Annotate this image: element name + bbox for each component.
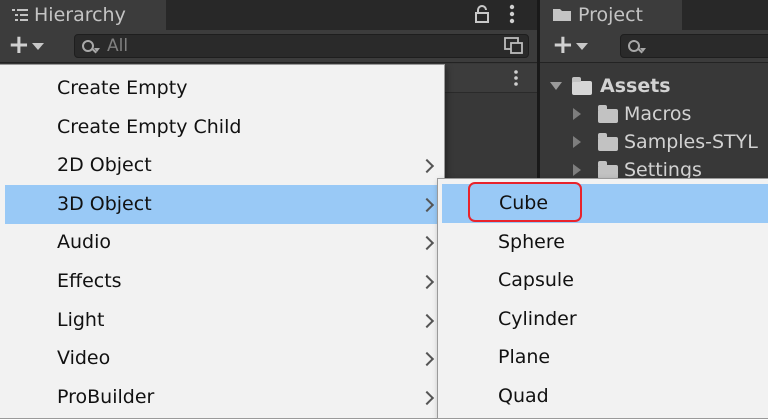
chevron-down-icon — [576, 43, 588, 50]
submenu-item-quad[interactable]: Quad — [438, 377, 768, 416]
chevron-right-icon — [419, 313, 435, 329]
chevron-right-icon — [419, 235, 435, 251]
search-filter-caret-icon — [94, 48, 100, 52]
scene-filter-icon[interactable] — [504, 37, 524, 61]
folder-icon — [598, 133, 618, 151]
tree-item-assets[interactable]: Assets — [540, 72, 768, 100]
tree-item-label: Assets — [600, 75, 671, 97]
submenu-item-cylinder[interactable]: Cylinder — [438, 300, 768, 339]
collapsed-arrow-icon[interactable] — [573, 164, 581, 176]
search-icon — [628, 40, 640, 52]
hierarchy-scene-header — [445, 64, 537, 93]
tree-item-label: Macros — [624, 103, 692, 125]
chevron-right-icon — [419, 390, 435, 406]
project-tab-label: Project — [578, 4, 644, 26]
more-options-icon[interactable] — [508, 3, 516, 29]
chevron-right-icon — [419, 197, 435, 213]
project-tab-bar: Project — [540, 0, 768, 31]
collapsed-arrow-icon[interactable] — [573, 136, 581, 148]
create-context-menu: Create Empty Create Empty Child 2D Objec… — [0, 64, 445, 419]
project-toolbar: + — [540, 30, 768, 63]
folder-icon — [598, 105, 618, 123]
menu-item-probuilder[interactable]: ProBuilder — [0, 378, 444, 417]
tab-hierarchy[interactable]: Hierarchy — [0, 0, 166, 30]
search-filter-caret-icon — [640, 48, 646, 52]
tab-project[interactable]: Project — [540, 0, 682, 30]
lock-icon[interactable] — [474, 4, 490, 28]
plus-icon: + — [552, 30, 574, 60]
menu-item-audio[interactable]: Audio — [0, 223, 444, 262]
submenu-item-sphere[interactable]: Sphere — [438, 223, 768, 262]
chevron-down-icon — [32, 43, 44, 50]
scene-options-icon[interactable] — [513, 69, 519, 91]
search-icon — [82, 40, 94, 52]
tree-item-macros[interactable]: Macros — [540, 100, 768, 128]
submenu-item-capsule[interactable]: Capsule — [438, 261, 768, 300]
menu-item-effects[interactable]: Effects — [0, 262, 444, 301]
menu-item-light[interactable]: Light — [0, 301, 444, 340]
chevron-right-icon — [419, 158, 435, 174]
tree-item-samples[interactable]: Samples-STYL — [540, 128, 768, 156]
project-search-input[interactable] — [620, 34, 768, 58]
hierarchy-tab-label: Hierarchy — [34, 4, 126, 26]
expand-arrow-icon[interactable] — [550, 82, 562, 90]
menu-item-3d-object[interactable]: 3D Object — [5, 185, 444, 224]
create-dropdown-button[interactable]: + — [2, 30, 46, 60]
menu-item-2d-object[interactable]: 2D Object — [0, 146, 444, 185]
chevron-right-icon — [419, 274, 435, 290]
menu-item-create-empty-child[interactable]: Create Empty Child — [0, 108, 444, 147]
cube-highlight-annotation — [468, 182, 582, 222]
hierarchy-tab-bar: Hierarchy — [0, 0, 537, 31]
menu-item-create-empty[interactable]: Create Empty — [0, 69, 444, 108]
hierarchy-search-input[interactable]: All — [74, 34, 529, 58]
folder-open-icon — [572, 77, 592, 95]
menu-item-video[interactable]: Video — [0, 339, 444, 378]
folder-icon — [552, 1, 572, 31]
list-icon — [12, 1, 28, 31]
folder-icon — [598, 161, 618, 179]
chevron-right-icon — [419, 351, 435, 367]
plus-icon: + — [8, 30, 30, 60]
hierarchy-toolbar: + All — [0, 30, 537, 63]
tree-item-label: Samples-STYL — [624, 131, 758, 153]
collapsed-arrow-icon[interactable] — [573, 108, 581, 120]
submenu-item-plane[interactable]: Plane — [438, 338, 768, 377]
search-placeholder: All — [107, 36, 129, 56]
project-create-button[interactable]: + — [546, 30, 590, 60]
